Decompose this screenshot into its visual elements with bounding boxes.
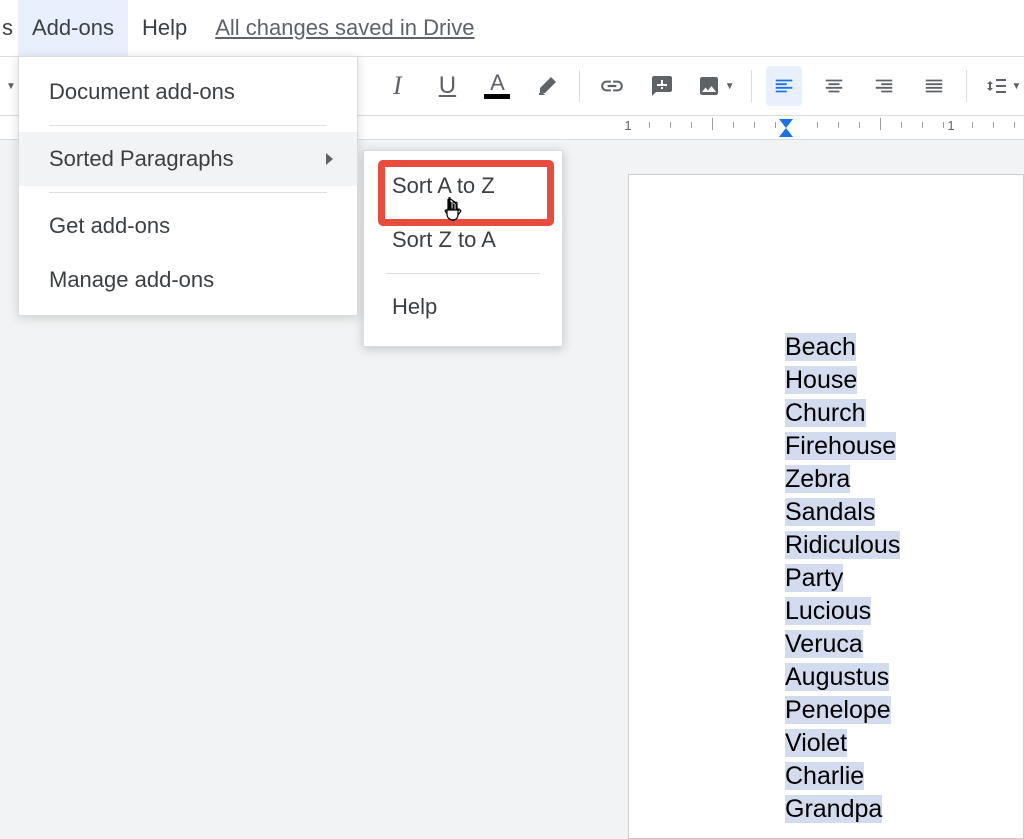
doc-word: Penelope [785, 694, 1023, 727]
doc-word: Church [785, 397, 1023, 430]
submenu-sort-az[interactable]: Sort A to Z [364, 159, 562, 213]
comment-icon [650, 74, 674, 98]
document-page[interactable]: Beach House Church Firehouse Zebra Sanda… [628, 174, 1024, 839]
dropdown-document-addons[interactable]: Document add-ons [19, 65, 357, 119]
alignright-button[interactable] [866, 66, 902, 106]
chevron-down-icon[interactable]: ▼ [6, 81, 16, 92]
dropdown-sorted-paragraphs[interactable]: Sorted Paragraphs [19, 132, 357, 186]
image-button[interactable]: ▼ [694, 66, 737, 106]
dropdown-separator [49, 192, 327, 193]
toolbar-separator [579, 70, 580, 102]
ruler-number: 1 [947, 118, 954, 133]
menu-help[interactable]: Help [128, 0, 201, 56]
aligncenter-icon [823, 75, 845, 97]
dropdown-separator [49, 125, 327, 126]
menubar: s Add-ons Help All changes saved in Driv… [0, 0, 1024, 56]
underline-icon: U [439, 72, 456, 100]
chevron-down-icon: ▼ [725, 81, 735, 92]
linespacing-button[interactable]: ▼ [981, 66, 1024, 106]
doc-word: House [785, 364, 1023, 397]
chevron-down-icon: ▼ [1012, 81, 1022, 92]
doc-word: Veruca [785, 628, 1023, 661]
highlight-icon [535, 74, 559, 98]
doc-word: Violet [785, 727, 1023, 760]
menu-addons[interactable]: Add-ons [18, 0, 128, 56]
toolbar-separator [966, 70, 967, 102]
comment-button[interactable] [644, 66, 680, 106]
italic-icon: I [393, 71, 402, 101]
highlight-button[interactable] [529, 66, 565, 106]
alignright-icon [873, 75, 895, 97]
doc-word: Lucious [785, 595, 1023, 628]
toolbar-separator [751, 70, 752, 102]
indent-marker-bottom[interactable] [779, 128, 793, 137]
textcolor-icon: A [484, 73, 510, 99]
doc-word: Firehouse [785, 430, 1023, 463]
underline-button[interactable]: U [429, 66, 465, 106]
indent-marker-top[interactable] [779, 119, 793, 128]
insertlink-button[interactable] [594, 66, 630, 106]
link-icon [599, 73, 625, 99]
doc-word: Charlie [785, 760, 1023, 793]
aligncenter-button[interactable] [816, 66, 852, 106]
dropdown-item-label: Sorted Paragraphs [49, 146, 234, 171]
save-status[interactable]: All changes saved in Drive [215, 15, 474, 41]
submenu-help[interactable]: Help [364, 280, 562, 334]
alignjustify-button[interactable] [916, 66, 952, 106]
menu-prefix: s [0, 15, 18, 41]
doc-word: Sandals [785, 496, 1023, 529]
alignleft-button[interactable] [766, 66, 802, 106]
doc-word: Grandpa [785, 793, 1023, 826]
doc-word: Zebra [785, 463, 1023, 496]
submenu-sort-za[interactable]: Sort Z to A [364, 213, 562, 267]
doc-word: Beach [785, 331, 1023, 364]
linespacing-icon [984, 74, 1008, 98]
textcolor-button[interactable]: A [479, 66, 515, 106]
doc-word: Augustus [785, 661, 1023, 694]
submenu-sorted-paragraphs: Sort A to Z Sort Z to A Help [363, 150, 563, 347]
doc-word: Party [785, 562, 1023, 595]
alignjustify-icon [923, 75, 945, 97]
chevron-right-icon [326, 153, 333, 165]
addons-dropdown: Document add-ons Sorted Paragraphs Get a… [18, 56, 358, 316]
submenu-separator [386, 273, 540, 274]
alignleft-icon [773, 75, 795, 97]
image-icon [697, 74, 721, 98]
ruler-number: 1 [624, 118, 631, 133]
dropdown-manage-addons[interactable]: Manage add-ons [19, 253, 357, 307]
doc-word: Ridiculous [785, 529, 1023, 562]
italic-button[interactable]: I [380, 66, 416, 106]
dropdown-get-addons[interactable]: Get add-ons [19, 199, 357, 253]
